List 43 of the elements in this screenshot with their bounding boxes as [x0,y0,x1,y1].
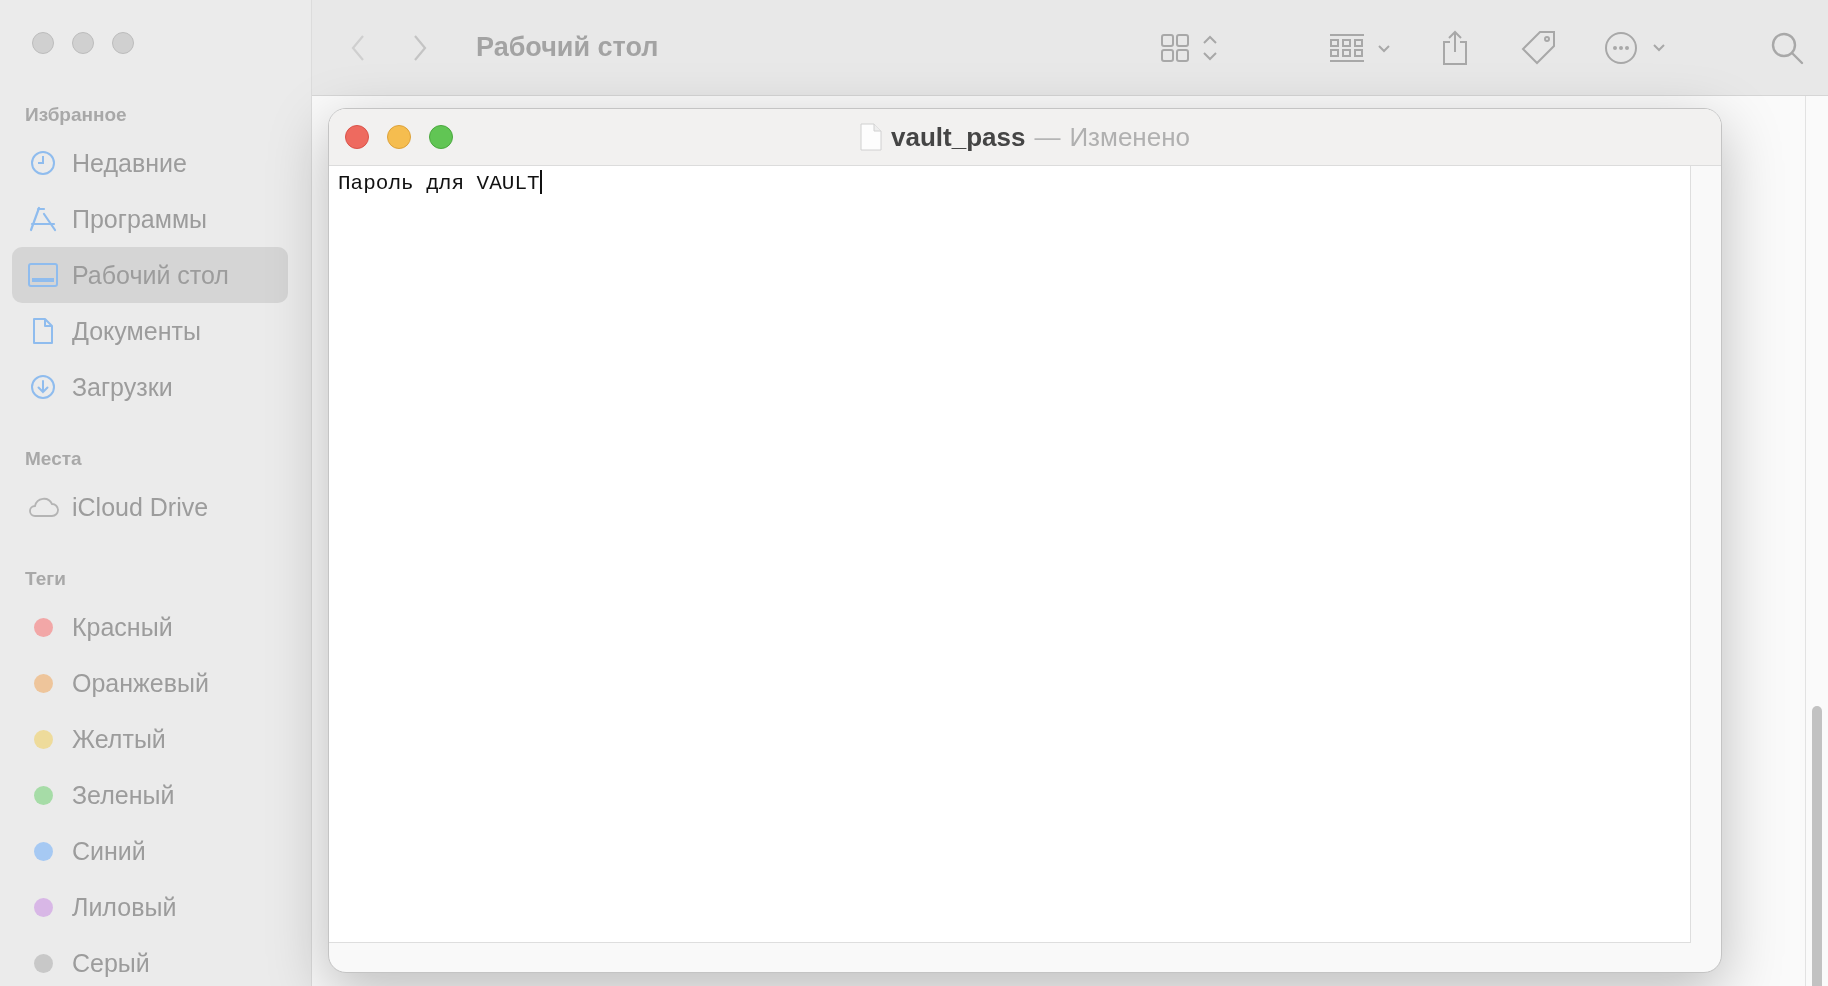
forward-button[interactable] [412,33,428,62]
document-icon [860,123,882,151]
sidebar-item[interactable]: Лиловый [12,879,288,935]
cloud-icon [27,496,59,518]
sidebar-item[interactable]: Документы [12,303,288,359]
document-icon [32,317,54,345]
clock-icon [30,150,56,176]
sidebar-item[interactable]: Синий [12,823,288,879]
zoom-button[interactable] [429,125,453,149]
back-button[interactable] [350,33,366,62]
download-icon [30,374,56,400]
sidebar-item[interactable]: iCloud Drive [12,479,288,535]
sidebar-item[interactable]: Оранжевый [12,655,288,711]
minimize-button[interactable] [72,32,94,54]
sidebar-heading: Избранное [25,103,127,127]
edited-status: Изменено [1069,121,1190,153]
desktop-icon [28,263,58,287]
tag-icon[interactable] [1520,28,1558,67]
window-title: vault_pass [891,121,1026,153]
sidebar-item[interactable]: Программы [12,191,288,247]
more-options-button[interactable] [1604,29,1666,66]
close-button[interactable] [345,125,369,149]
zoom-button[interactable] [112,32,134,54]
text-area[interactable]: Пароль для VAULT [329,166,1691,943]
minimize-button[interactable] [387,125,411,149]
sidebar-item[interactable]: Зеленый [12,767,288,823]
scrollbar[interactable] [1812,706,1822,986]
sidebar-item[interactable]: Желтый [12,711,288,767]
folder-title: Рабочий стол [476,32,659,63]
text-cursor [539,170,542,194]
sidebar-item[interactable]: Рабочий стол [12,247,288,303]
sidebar-item[interactable]: Красный [12,599,288,655]
sidebar-heading: Теги [25,567,66,591]
document-text: Пароль для VAULT [338,171,540,197]
sidebar-heading: Места [25,447,82,471]
sidebar-item[interactable]: Недавние [12,135,288,191]
search-icon[interactable] [1770,30,1804,65]
title-separator: — [1034,121,1061,153]
pencil-compass-icon [29,206,57,232]
share-icon[interactable] [1440,29,1470,66]
sidebar-item[interactable]: Загрузки [12,359,288,415]
sidebar-item[interactable]: Серый [12,935,288,986]
close-button[interactable] [32,32,54,54]
